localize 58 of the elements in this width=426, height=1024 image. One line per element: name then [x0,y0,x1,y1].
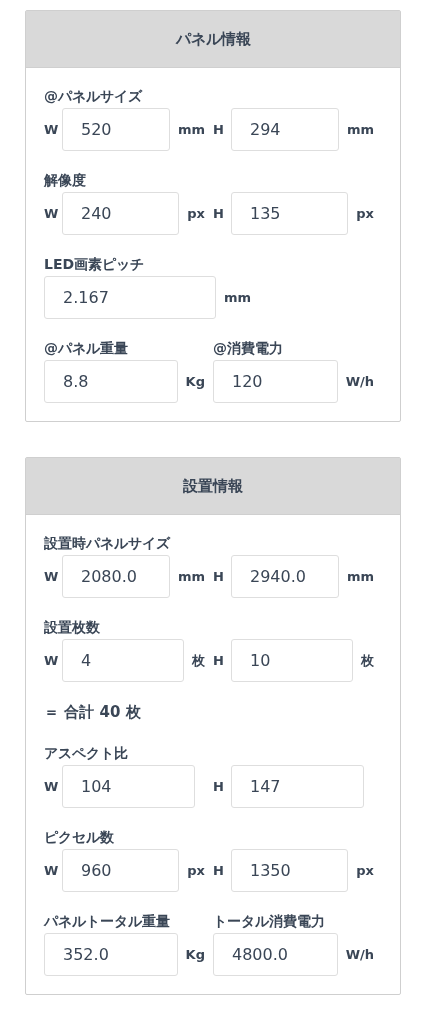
axis-label: H [213,567,225,586]
field-label: 設置時パネルサイズ [44,534,170,553]
unit-label: mm [176,120,206,139]
input-field[interactable]: 520 [62,108,170,151]
panel-header: パネル情報 [26,11,400,68]
axis-label: W [44,777,60,796]
unit-label: px [355,861,375,880]
total-count: ＝ 合計 40 枚 [44,702,141,723]
unit-label: px [186,204,206,223]
input-field[interactable]: 4800.0 [213,933,338,976]
unit-label: px [186,861,206,880]
unit-label: mm [223,288,253,307]
axis-label: H [213,777,225,796]
unit-label: Kg [184,945,206,964]
field-label: パネルトータル重量 [44,912,170,931]
unit-label: 枚 [191,651,206,670]
input-field[interactable]: 104 [62,765,195,808]
input-field[interactable]: 240 [62,192,180,235]
unit-label: Kg [184,372,206,391]
input-field[interactable]: 960 [62,849,180,892]
input-field[interactable]: 10 [231,639,353,682]
field-label: 解像度 [44,171,86,190]
field-label: ピクセル数 [44,828,114,847]
input-field[interactable]: 1350 [231,849,349,892]
unit-label: mm [345,567,375,586]
input-field[interactable]: 4 [62,639,184,682]
axis-label: W [44,651,60,670]
field-label: @パネル重量 [44,339,128,358]
unit-label: px [355,204,375,223]
input-field[interactable]: 2080.0 [62,555,170,598]
input-field[interactable]: 147 [231,765,364,808]
field-label: LED画素ピッチ [44,255,145,274]
field-label: 設置枚数 [44,618,100,637]
input-field[interactable]: 135 [231,192,349,235]
axis-label: W [44,861,60,880]
unit-label: 枚 [360,651,375,670]
input-field[interactable]: 352.0 [44,933,178,976]
panel-header: 設置情報 [26,458,400,515]
input-field[interactable]: 2.167 [44,276,216,319]
field-label: @消費電力 [213,339,283,358]
axis-label: H [213,120,225,139]
input-field[interactable]: 8.8 [44,360,178,403]
unit-label: W/h [344,945,375,964]
axis-label: W [44,204,60,223]
input-field[interactable]: 120 [213,360,338,403]
field-label: @パネルサイズ [44,87,142,106]
axis-label: W [44,120,60,139]
input-field[interactable]: 2940.0 [231,555,339,598]
field-label: トータル消費電力 [213,912,325,931]
axis-label: W [44,567,60,586]
input-field[interactable]: 294 [231,108,339,151]
unit-label: mm [345,120,375,139]
field-label: アスペクト比 [44,744,128,763]
axis-label: H [213,861,225,880]
axis-label: H [213,651,225,670]
axis-label: H [213,204,225,223]
unit-label: W/h [344,372,375,391]
unit-label: mm [176,567,206,586]
